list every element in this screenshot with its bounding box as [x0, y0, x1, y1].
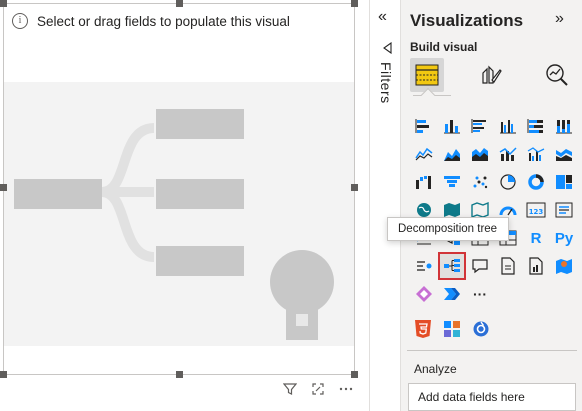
waterfall-chart-icon[interactable] [410, 168, 438, 196]
clustered-bar-chart-icon[interactable] [466, 112, 494, 140]
visual-types-grid: 123 R Py ··· [410, 112, 578, 308]
viz-row: ··· [410, 280, 578, 308]
child-node [156, 109, 244, 139]
ribbon-chart-icon[interactable] [550, 140, 578, 168]
viz-row [410, 252, 578, 280]
key-influencers-icon[interactable] [410, 252, 438, 280]
fields-well-icon [415, 64, 439, 86]
more-options-icon[interactable] [338, 381, 354, 397]
resize-handle[interactable] [351, 371, 358, 378]
filter-pane-icon [383, 42, 392, 54]
r-script-visual-icon[interactable]: R [522, 224, 550, 252]
expand-pane-icon[interactable]: » [555, 10, 564, 28]
line-chart-icon[interactable] [410, 140, 438, 168]
decomposition-tree-icon[interactable] [438, 252, 466, 280]
build-visual-label: Build visual [410, 40, 478, 54]
donut-chart-icon[interactable] [522, 168, 550, 196]
add-data-fields-well[interactable]: Add data fields here [408, 383, 576, 411]
decomposition-tree-illustration [14, 109, 334, 340]
pie-chart-icon[interactable] [494, 168, 522, 196]
treemap-icon[interactable] [550, 168, 578, 196]
decomposition-tree-visual[interactable]: i Select or drag fields to populate this… [0, 0, 358, 378]
stacked-area-chart-icon[interactable] [466, 140, 494, 168]
100-stacked-bar-chart-icon[interactable] [522, 112, 550, 140]
root-node [14, 179, 102, 209]
powerbi-report-view: i Select or drag fields to populate this… [0, 0, 582, 411]
visual-footer-toolbar [260, 380, 360, 398]
power-automate-icon[interactable] [438, 280, 466, 308]
resize-handle[interactable] [351, 0, 358, 7]
filter-icon[interactable] [282, 381, 298, 397]
visualizations-pane: Visualizations » Build visual 123 R Py ·… [401, 0, 582, 411]
magnifier-chart-icon [546, 64, 568, 86]
tab-build-visual[interactable] [410, 58, 444, 92]
multi-row-card-icon[interactable] [550, 196, 578, 224]
stacked-bar-chart-icon[interactable] [410, 112, 438, 140]
focus-mode-icon[interactable] [310, 381, 326, 397]
tab-analytics[interactable] [540, 58, 574, 92]
visual-header: i Select or drag fields to populate this… [4, 4, 354, 38]
paginated-report-icon[interactable] [522, 252, 550, 280]
resize-handle[interactable] [0, 371, 7, 378]
custom-grid-visual-icon[interactable] [439, 316, 465, 342]
custom-circle-visual-icon[interactable] [468, 316, 494, 342]
scatter-chart-icon[interactable] [466, 168, 494, 196]
funnel-chart-icon[interactable] [438, 168, 466, 196]
info-icon[interactable]: i [12, 13, 28, 29]
paintbrush-icon [482, 65, 502, 84]
line-and-stacked-column-chart-icon[interactable] [494, 140, 522, 168]
area-chart-icon[interactable] [438, 140, 466, 168]
resize-handle[interactable] [0, 0, 7, 7]
visual-prompt: Select or drag fields to populate this v… [37, 13, 290, 29]
svg-text:123: 123 [529, 208, 544, 216]
filters-pane-collapsed[interactable]: « Filters [369, 0, 401, 411]
viz-row [410, 140, 578, 168]
html5-visual-icon[interactable] [410, 316, 436, 342]
child-node [156, 179, 244, 209]
viz-row [410, 112, 578, 140]
python-visual-icon[interactable]: Py [550, 224, 578, 252]
child-node [156, 246, 244, 276]
visual-type-tooltip: Decomposition tree [387, 217, 509, 241]
more-visuals-icon[interactable]: ··· [466, 280, 494, 308]
filters-label[interactable]: Filters [378, 62, 394, 104]
custom-visuals-row [410, 316, 494, 342]
lightbulb-icon [270, 250, 334, 340]
resize-handle[interactable] [176, 371, 183, 378]
section-divider [407, 350, 577, 351]
resize-handle[interactable] [351, 184, 358, 191]
pane-title: Visualizations [410, 11, 524, 30]
stacked-column-chart-icon[interactable] [438, 112, 466, 140]
resize-handle[interactable] [0, 184, 7, 191]
qa-visual-icon[interactable] [466, 252, 494, 280]
collapse-filters-icon[interactable]: « [378, 8, 387, 26]
card-icon[interactable]: 123 [522, 196, 550, 224]
power-apps-icon[interactable] [410, 280, 438, 308]
clustered-column-chart-icon[interactable] [494, 112, 522, 140]
analyze-label: Analyze [414, 362, 457, 376]
line-and-clustered-column-chart-icon[interactable] [522, 140, 550, 168]
report-canvas[interactable]: i Select or drag fields to populate this… [0, 0, 369, 411]
build-tabs [410, 58, 574, 94]
azure-map-icon[interactable] [550, 252, 578, 280]
100-stacked-column-chart-icon[interactable] [550, 112, 578, 140]
resize-handle[interactable] [176, 0, 183, 7]
tab-format-visual[interactable] [474, 58, 508, 92]
visual-placeholder-illustration [4, 82, 354, 346]
smart-narrative-icon[interactable] [494, 252, 522, 280]
viz-row [410, 168, 578, 196]
